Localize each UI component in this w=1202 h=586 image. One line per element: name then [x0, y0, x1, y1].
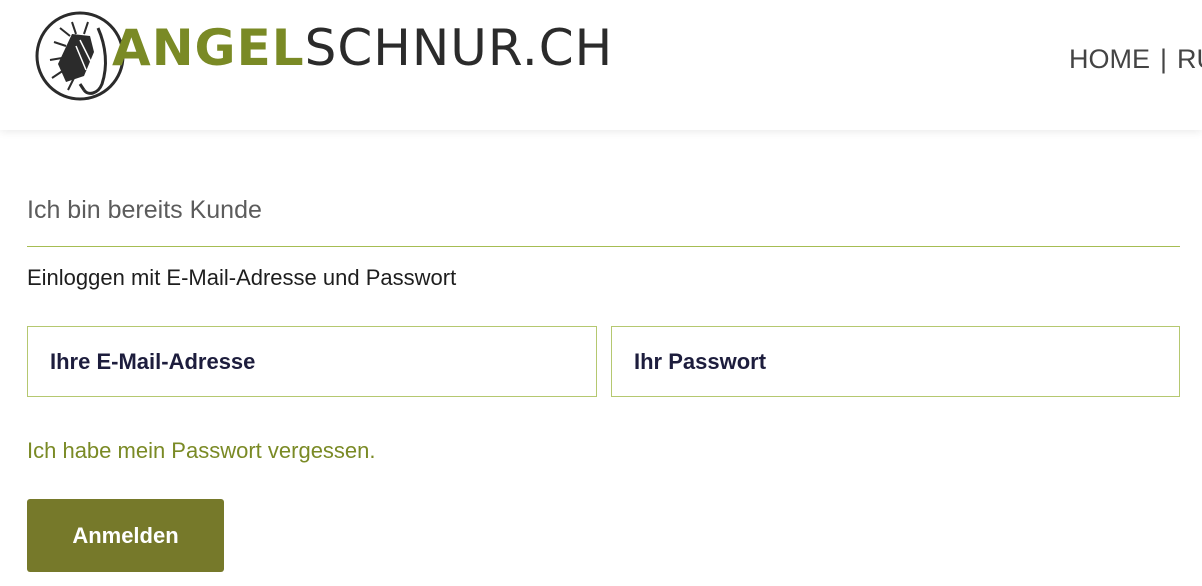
login-section-title: Ich bin bereits Kunde	[27, 196, 262, 224]
logo-text-schnur: SCHNUR.CH	[304, 19, 614, 77]
logo-text-angel: ANGEL	[112, 19, 305, 77]
logo-wordmark: ANGELSCHNUR.CH	[112, 20, 613, 76]
main-navigation: HOME | RU	[1069, 44, 1202, 75]
site-header: ANGELSCHNUR.CH HOME | RU	[0, 0, 1202, 130]
password-input[interactable]	[612, 327, 1179, 396]
forgot-password-link[interactable]: Ich habe mein Passwort vergessen.	[27, 438, 376, 464]
nav-separator: |	[1160, 44, 1168, 74]
email-field	[27, 326, 597, 397]
nav-home-link[interactable]: HOME	[1069, 44, 1150, 74]
nav-next-link[interactable]: RU	[1177, 44, 1202, 74]
site-logo[interactable]: ANGELSCHNUR.CH	[32, 6, 612, 102]
login-button[interactable]: Anmelden	[27, 499, 224, 572]
login-subtitle: Einloggen mit E-Mail-Adresse und Passwor…	[27, 265, 457, 290]
password-field	[611, 326, 1180, 397]
email-input[interactable]	[28, 327, 596, 396]
section-divider	[27, 246, 1180, 247]
